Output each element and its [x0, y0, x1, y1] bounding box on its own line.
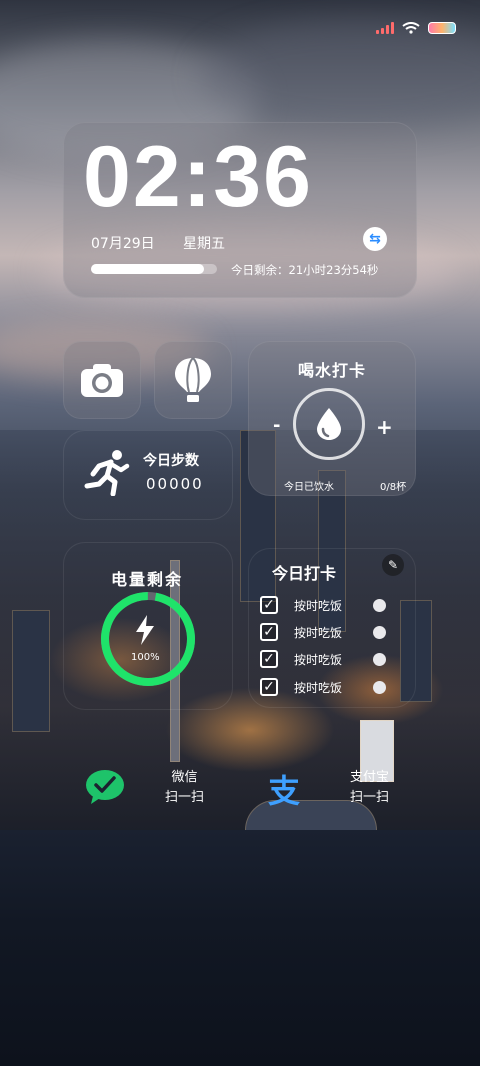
task-label: 按时吃饭: [294, 626, 343, 640]
alipay-scan-shortcut[interactable]: 支付宝 扫一扫: [350, 768, 389, 808]
water-caption: 今日已饮水: [284, 482, 334, 493]
task-label: 按时吃饭: [294, 599, 343, 613]
clock-weekday: 星期五: [183, 236, 225, 252]
steps-value: 00000: [146, 475, 204, 493]
battery-percent: 100%: [131, 652, 160, 663]
wechat-label: 微信: [171, 770, 198, 785]
checkin-task[interactable]: ✓ 按时吃饭: [260, 650, 410, 672]
task-toggle[interactable]: [373, 681, 386, 694]
bolt-icon: [133, 614, 157, 653]
task-label: 按时吃饭: [294, 653, 343, 667]
camera-icon: [81, 364, 123, 397]
edit-icon[interactable]: ✎: [382, 554, 404, 576]
camera-button[interactable]: [63, 341, 141, 419]
water-drop-icon: [317, 408, 341, 440]
battery-icon: [428, 22, 456, 34]
wifi-icon: [402, 22, 420, 34]
wechat-action: 扫一扫: [165, 790, 205, 805]
balloon-button[interactable]: [154, 341, 232, 419]
status-bar: [376, 22, 456, 34]
checkin-task[interactable]: ✓ 按时吃饭: [260, 623, 410, 645]
clock-date: 07月29日: [91, 236, 155, 252]
task-toggle[interactable]: [373, 599, 386, 612]
check-icon[interactable]: ✓: [260, 623, 278, 641]
check-icon[interactable]: ✓: [260, 650, 278, 668]
water-minus-button[interactable]: -: [273, 415, 280, 436]
checkin-title: 今日打卡: [272, 564, 337, 583]
clock-widget[interactable]: 02:36 07月29日 星期五 ⇆ 今日剩余：21小时23分54秒: [63, 122, 417, 298]
wechat-icon[interactable]: [85, 768, 125, 806]
task-label: 按时吃饭: [294, 681, 343, 695]
checkin-task[interactable]: ✓ 按时吃饭: [260, 678, 410, 700]
balloon-icon: [175, 357, 211, 402]
runner-icon: [84, 450, 130, 496]
alipay-label: 支付宝: [350, 770, 390, 785]
day-progress-bar: [91, 264, 217, 274]
check-icon[interactable]: ✓: [260, 596, 278, 614]
water-plus-button[interactable]: +: [376, 415, 393, 439]
water-count: 0/8杯: [380, 482, 407, 493]
day-progress-fill: [91, 264, 205, 274]
daily-checkin-widget: 今日打卡 ✎ ✓ 按时吃饭 ✓ 按时吃饭 ✓ 按时吃饭 ✓ 按时吃饭: [248, 548, 416, 708]
task-toggle[interactable]: [373, 626, 386, 639]
battery-title: 电量剩余: [111, 570, 184, 589]
checkin-task[interactable]: ✓ 按时吃饭: [260, 596, 410, 618]
steps-widget: 今日步数 00000: [63, 430, 233, 520]
alipay-icon[interactable]: 支: [268, 766, 300, 812]
water-title: 喝水打卡: [297, 361, 366, 380]
remaining-time: 今日剩余：21小时23分54秒: [231, 263, 379, 277]
alipay-action: 扫一扫: [350, 790, 390, 805]
steps-label: 今日步数: [143, 453, 199, 469]
sync-icon[interactable]: ⇆: [363, 227, 387, 251]
water-drop-button[interactable]: [293, 388, 365, 460]
water-checkin-widget: 喝水打卡 - + 今日已饮水 0/8杯: [248, 341, 416, 496]
battery-widget: 电量剩余 100%: [63, 542, 233, 710]
check-icon[interactable]: ✓: [260, 678, 278, 696]
task-toggle[interactable]: [373, 653, 386, 666]
clock-time: 02:36: [83, 129, 313, 225]
signal-icon: [376, 22, 394, 34]
wechat-scan-shortcut[interactable]: 微信 扫一扫: [165, 768, 204, 808]
